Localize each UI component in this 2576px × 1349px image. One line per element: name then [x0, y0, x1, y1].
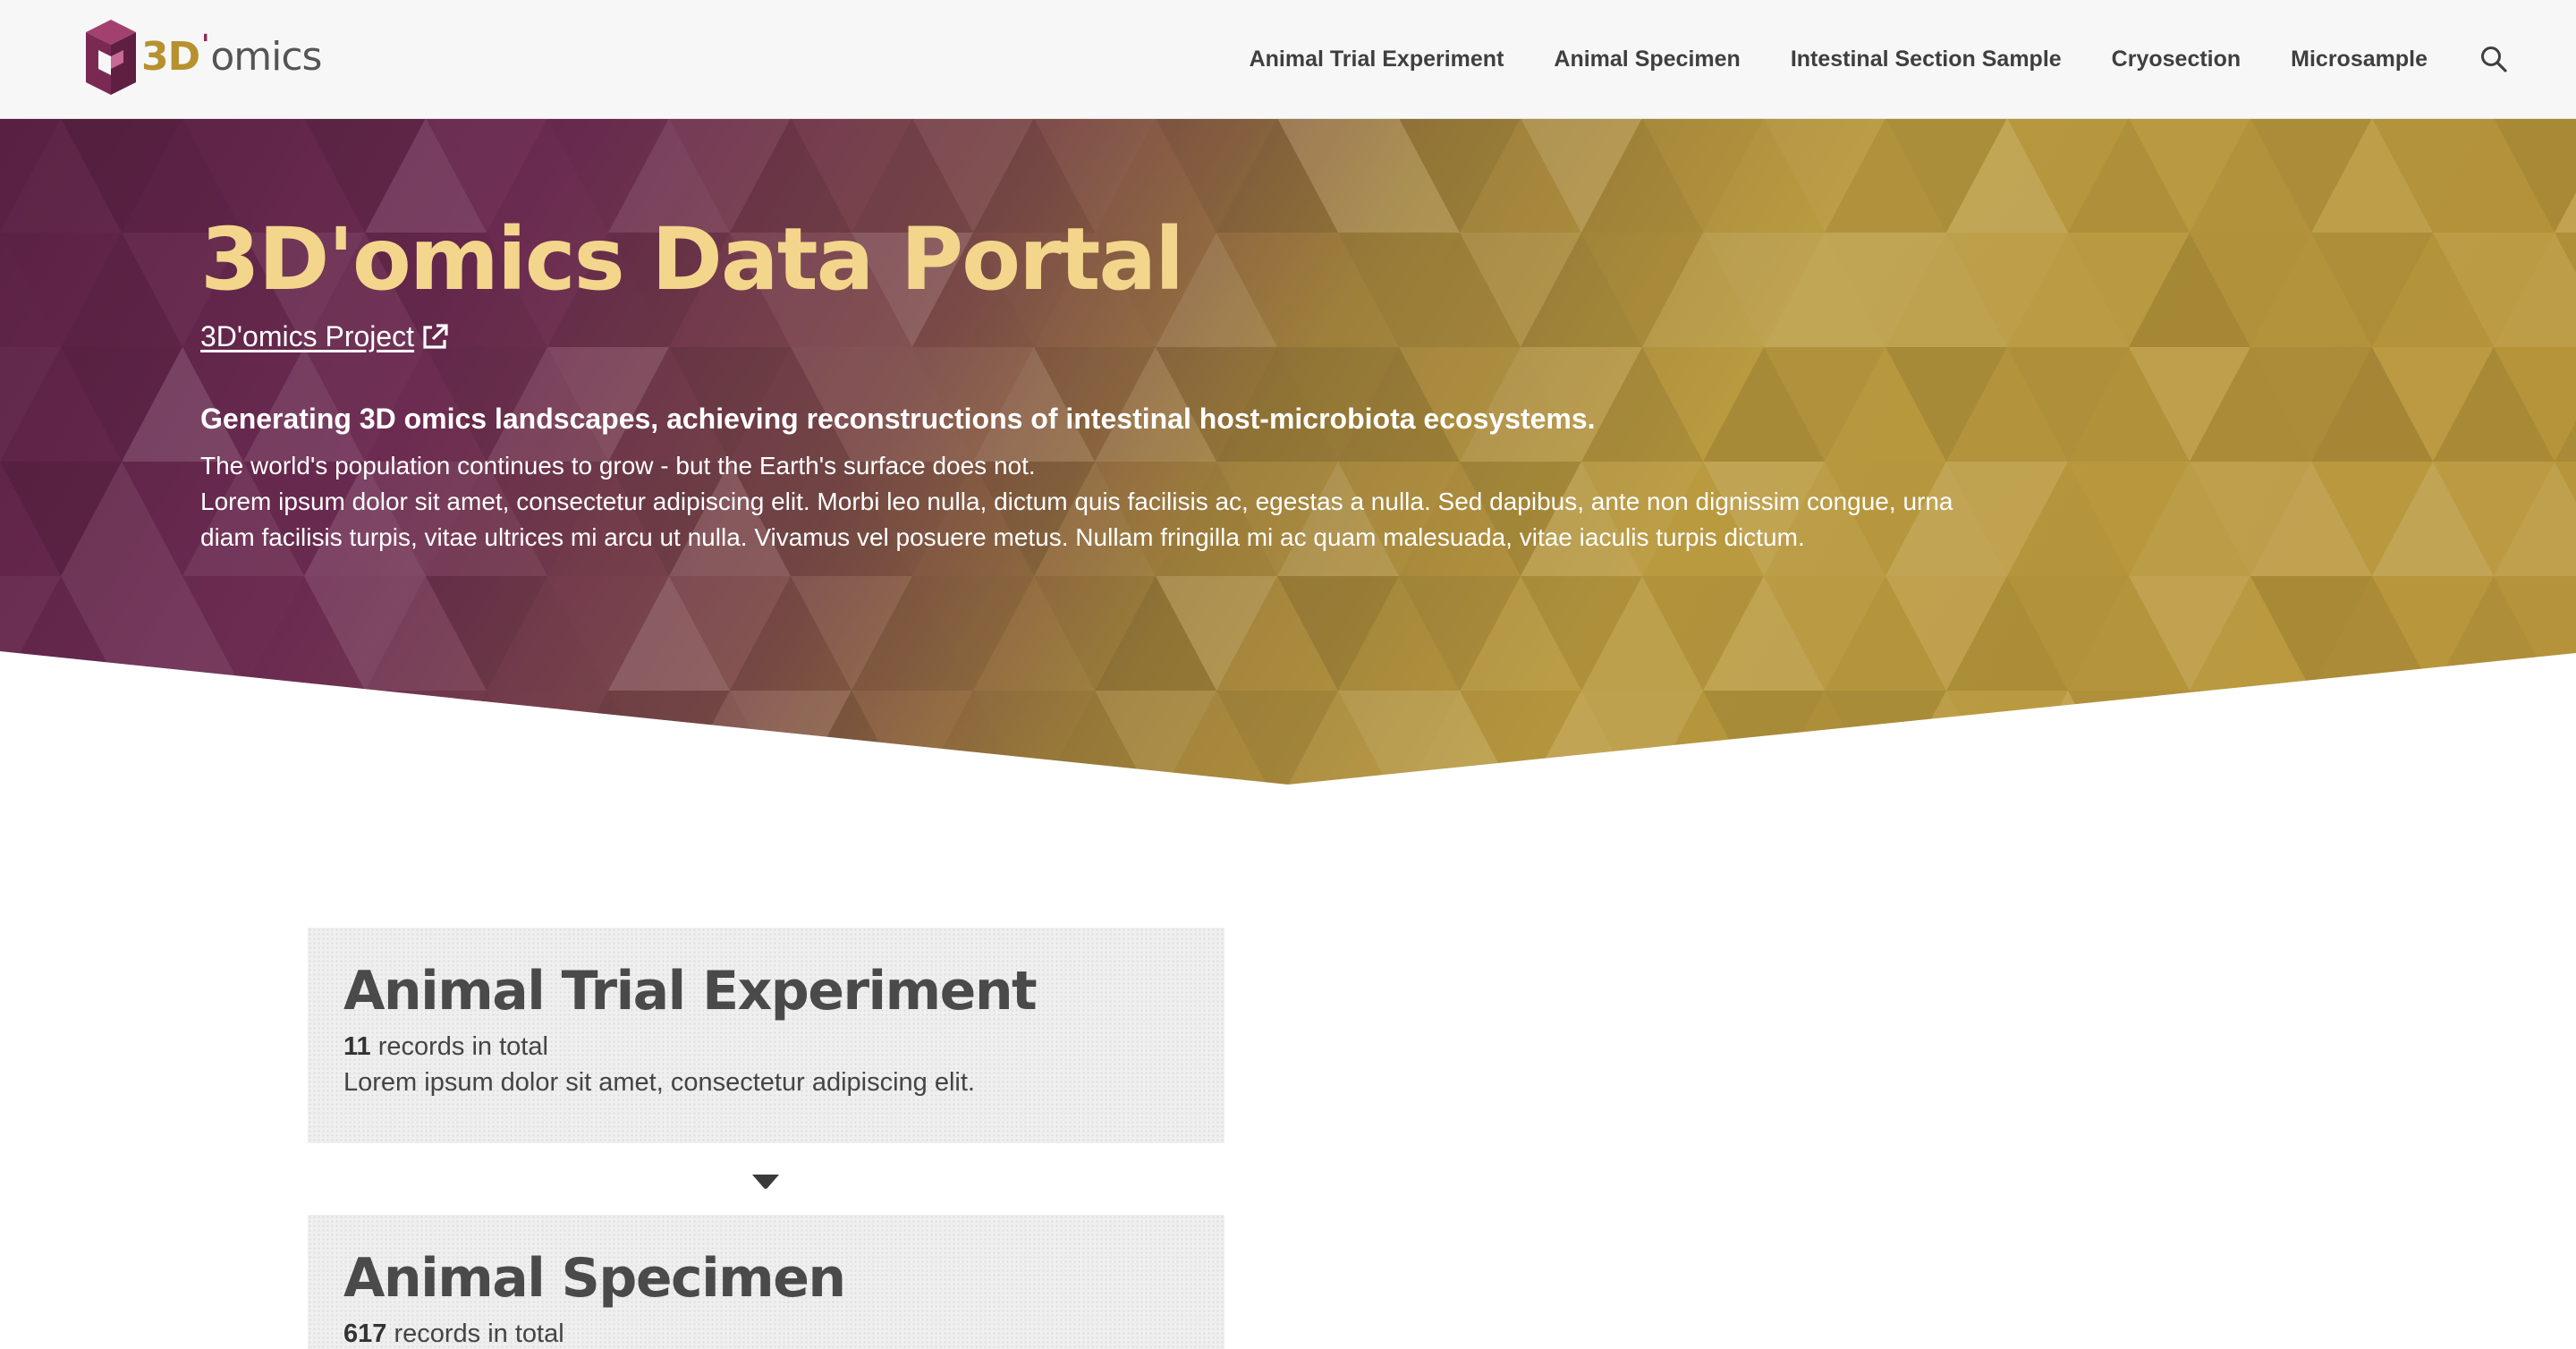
card-record-count: 11 records in total	[343, 1029, 1189, 1065]
nav-item-cryosection[interactable]: Cryosection	[2112, 47, 2241, 72]
card-title: Animal Trial Experiment	[343, 960, 1038, 1022]
page: 3D ' omics Animal Trial Experiment Anima…	[0, 0, 2576, 1349]
hero-content: 3D'omics Data Portal 3D'omics Project Ge…	[200, 216, 2079, 556]
nav-item-animal-specimen[interactable]: Animal Specimen	[1554, 47, 1740, 72]
nav-item-animal-trial-experiment[interactable]: Animal Trial Experiment	[1250, 47, 1504, 72]
card-record-count: 617 records in total	[343, 1316, 1189, 1349]
search-icon	[2481, 47, 2507, 72]
logo-apostrophe: '	[201, 30, 209, 61]
nav-item-intestinal-section-sample[interactable]: Intestinal Section Sample	[1791, 47, 2062, 72]
nav-item-microsample[interactable]: Microsample	[2291, 47, 2428, 72]
site-logo[interactable]: 3D ' omics	[86, 20, 322, 95]
hero-banner: 3D'omics Data Portal 3D'omics Project Ge…	[0, 118, 2576, 785]
card-description: Lorem ipsum dolor sit amet, consectetur …	[343, 1068, 975, 1097]
hero-description: The world's population continues to grow…	[200, 448, 1971, 556]
record-count-number: 617	[343, 1319, 387, 1348]
project-link[interactable]: 3D'omics Project	[200, 320, 450, 353]
project-link-label: 3D'omics Project	[200, 320, 415, 352]
page-title: 3D'omics Data Portal	[200, 209, 1184, 310]
logo-cube-icon	[86, 20, 136, 95]
record-count-suffix: records in total	[386, 1319, 564, 1348]
hero-description-line: The world's population continues to grow…	[200, 452, 1036, 480]
record-count-suffix: records in total	[370, 1032, 548, 1061]
site-header: 3D ' omics Animal Trial Experiment Anima…	[0, 0, 2576, 119]
search-button[interactable]	[2478, 43, 2510, 75]
caret-down-icon	[752, 1175, 779, 1189]
logo-wordmark: 3D ' omics	[141, 32, 322, 80]
external-link-icon	[423, 323, 448, 349]
main-nav: Animal Trial Experiment Animal Specimen …	[1199, 0, 2510, 118]
card-animal-trial-experiment[interactable]: Animal Trial Experiment 11 records in to…	[308, 928, 1224, 1143]
hero-description-paragraph: Lorem ipsum dolor sit amet, consectetur …	[200, 488, 1953, 552]
logo-suffix: omics	[210, 34, 322, 80]
card-title: Animal Specimen	[343, 1247, 846, 1310]
logo-prefix: 3D	[141, 34, 200, 80]
hero-tagline: Generating 3D omics landscapes, achievin…	[200, 403, 1596, 435]
record-count-number: 11	[343, 1032, 371, 1061]
card-animal-specimen[interactable]: Animal Specimen 617 records in total	[308, 1215, 1224, 1349]
